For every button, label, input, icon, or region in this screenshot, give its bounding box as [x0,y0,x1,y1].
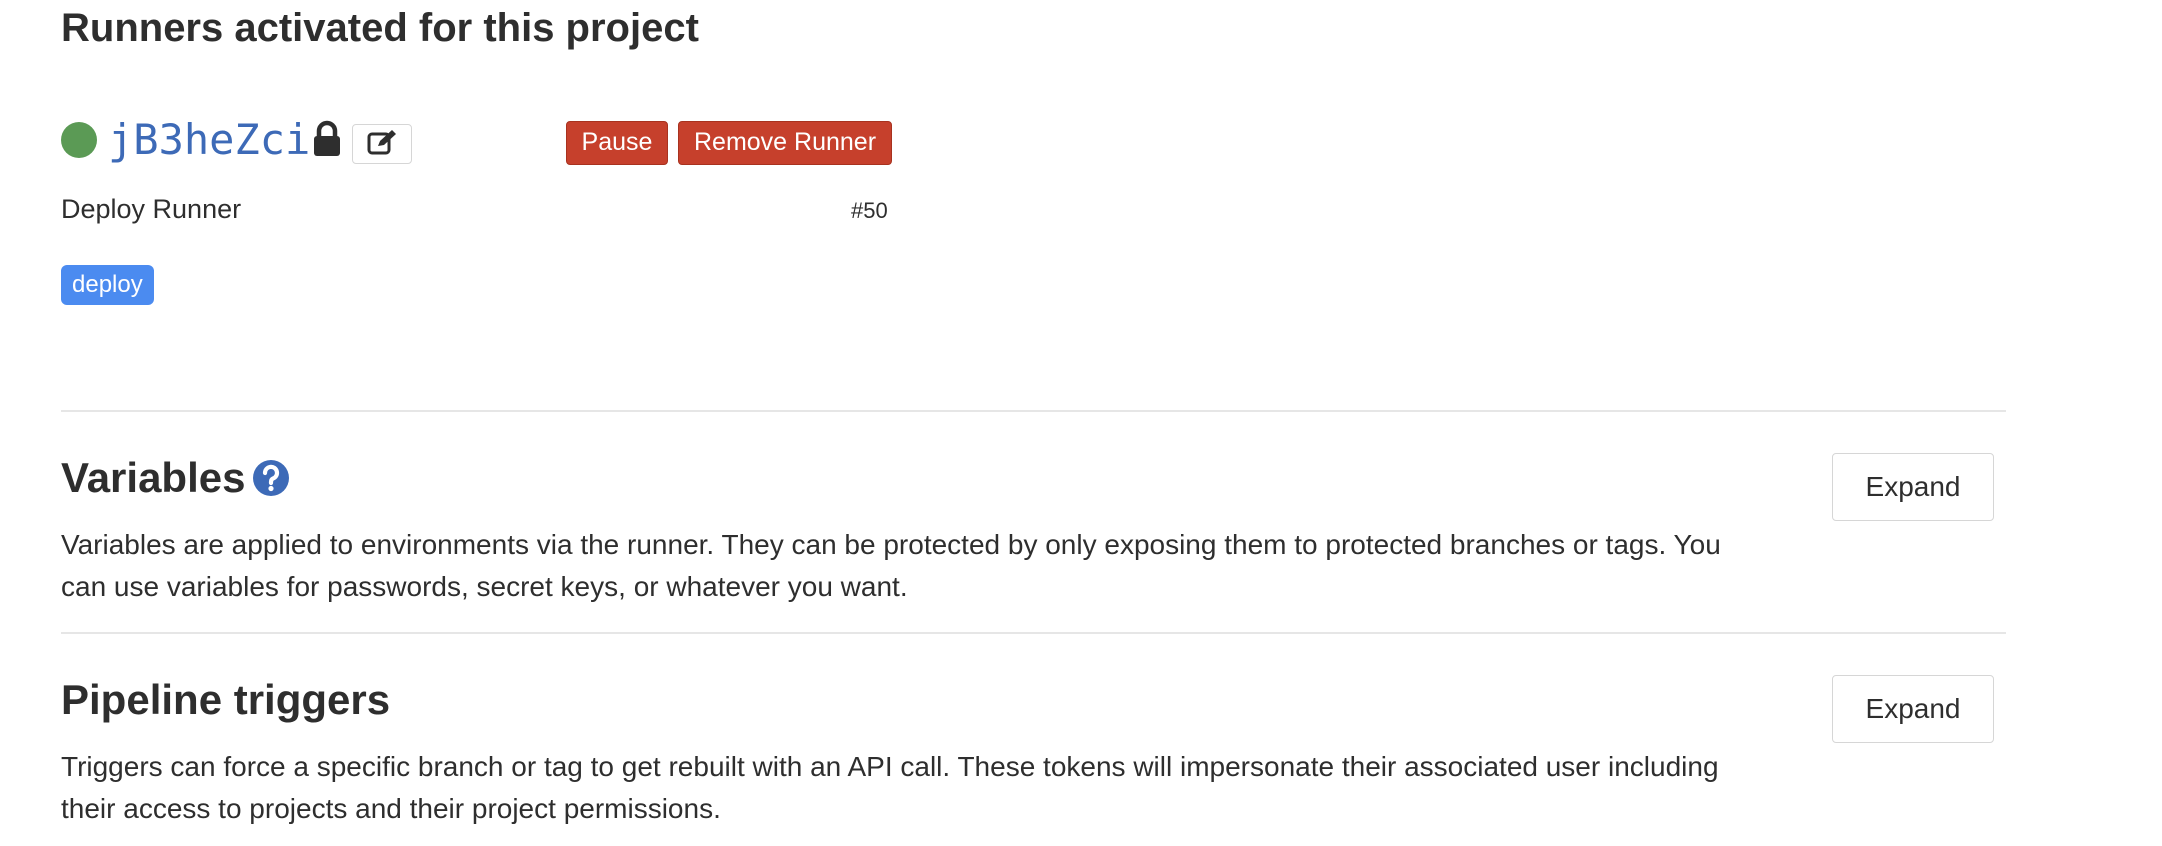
expand-pipeline-triggers-button[interactable]: Expand [1832,675,1994,743]
runner-status-indicator [61,122,97,158]
lock-icon [312,120,342,158]
edit-icon [366,128,398,161]
runners-section-title: Runners activated for this project [61,6,699,50]
section-divider [61,632,2006,634]
expand-variables-button[interactable]: Expand [1832,453,1994,521]
section-divider [61,410,2006,412]
question-circle-icon[interactable] [252,459,290,497]
pause-runner-button[interactable]: Pause [566,121,668,165]
ci-cd-settings-page: Runners activated for this project jB3he… [0,0,2162,846]
remove-runner-button[interactable]: Remove Runner [678,121,892,165]
pipeline-triggers-description: Triggers can force a specific branch or … [61,751,1719,824]
variables-description: Variables are applied to environments vi… [61,529,1721,602]
runner-id: #50 [851,198,888,223]
runner-description: Deploy Runner [61,194,242,224]
variables-section-title: Variables [61,454,246,501]
runner-token-link[interactable]: jB3heZci [108,114,310,166]
runner-tag-badge: deploy [61,265,154,305]
edit-runner-button[interactable] [352,124,412,164]
pipeline-triggers-section-title: Pipeline triggers [61,676,391,723]
